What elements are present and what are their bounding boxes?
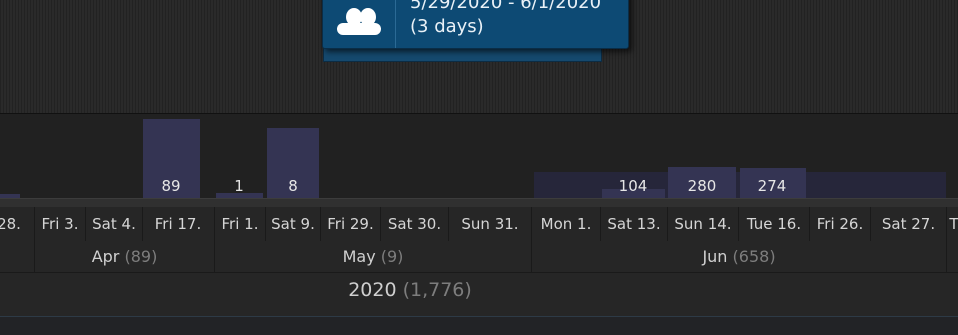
- day-cell[interactable]: Fri 3.: [35, 207, 85, 241]
- horizontal-scrollbar[interactable]: [0, 316, 958, 335]
- bar-value-label: 89: [161, 177, 181, 195]
- month-cell-may[interactable]: May (9): [215, 241, 531, 272]
- day-cell[interactable]: Sat 4.: [86, 207, 142, 241]
- divider: [946, 207, 947, 241]
- year-count: (1,776): [402, 279, 472, 301]
- month-cell-jun[interactable]: Jun (658): [532, 241, 946, 272]
- day-cell[interactable]: Sat 27.: [871, 207, 946, 241]
- selection-tooltip: 5/29/2020 - 6/1/2020 (3 days): [322, 0, 629, 49]
- month-name: May: [342, 247, 376, 266]
- day-cell[interactable]: Sat 9.: [266, 207, 320, 241]
- divider: [946, 241, 947, 272]
- month-name: Jun: [702, 247, 728, 266]
- bar-value-label: 8: [288, 177, 298, 195]
- day-cell[interactable]: Fri 17.: [143, 207, 213, 241]
- popup-duration: (3 days): [410, 16, 484, 37]
- popup-icon-cell: [323, 0, 396, 48]
- month-row: Apr (89) May (9) Jun (658): [0, 241, 958, 272]
- month-count: (89): [124, 247, 158, 266]
- popup-text: 5/29/2020 - 6/1/2020 (3 days): [410, 0, 625, 39]
- year-cell-2020[interactable]: 2020 (1,776): [0, 273, 820, 307]
- month-count: (658): [732, 247, 776, 266]
- month-count: (9): [380, 247, 404, 266]
- day-cell[interactable]: Sun 31.: [449, 207, 531, 241]
- day-cell[interactable]: Fri 26.: [810, 207, 870, 241]
- day-cell[interactable]: T: [948, 207, 958, 241]
- day-cell[interactable]: Fri 1.: [215, 207, 265, 241]
- day-cell[interactable]: 28.: [0, 207, 24, 241]
- month-name: Apr: [91, 247, 120, 266]
- day-cell[interactable]: Sat 30.: [381, 207, 448, 241]
- year-name: 2020: [348, 279, 397, 301]
- month-cell-apr[interactable]: Apr (89): [35, 241, 214, 272]
- year-row: 2020 (1,776): [0, 272, 958, 319]
- day-row: 28. Fri 3. Sat 4. Fri 17. Fri 1. Sat 9. …: [0, 207, 958, 242]
- bar-value-label: 280: [687, 177, 717, 195]
- people-icon: [337, 8, 381, 35]
- bar-value-label: 104: [618, 177, 648, 195]
- day-cell[interactable]: Sat 13.: [601, 207, 667, 241]
- bar-value-label: 1: [234, 177, 244, 195]
- popup-date-range: 5/29/2020 - 6/1/2020: [410, 0, 602, 13]
- day-cell[interactable]: Fri 29.: [321, 207, 380, 241]
- bar-value-label: 274: [757, 177, 787, 195]
- day-cell[interactable]: Tue 16.: [739, 207, 809, 241]
- day-cell[interactable]: Sun 14.: [668, 207, 738, 241]
- day-cell[interactable]: Mon 1.: [532, 207, 600, 241]
